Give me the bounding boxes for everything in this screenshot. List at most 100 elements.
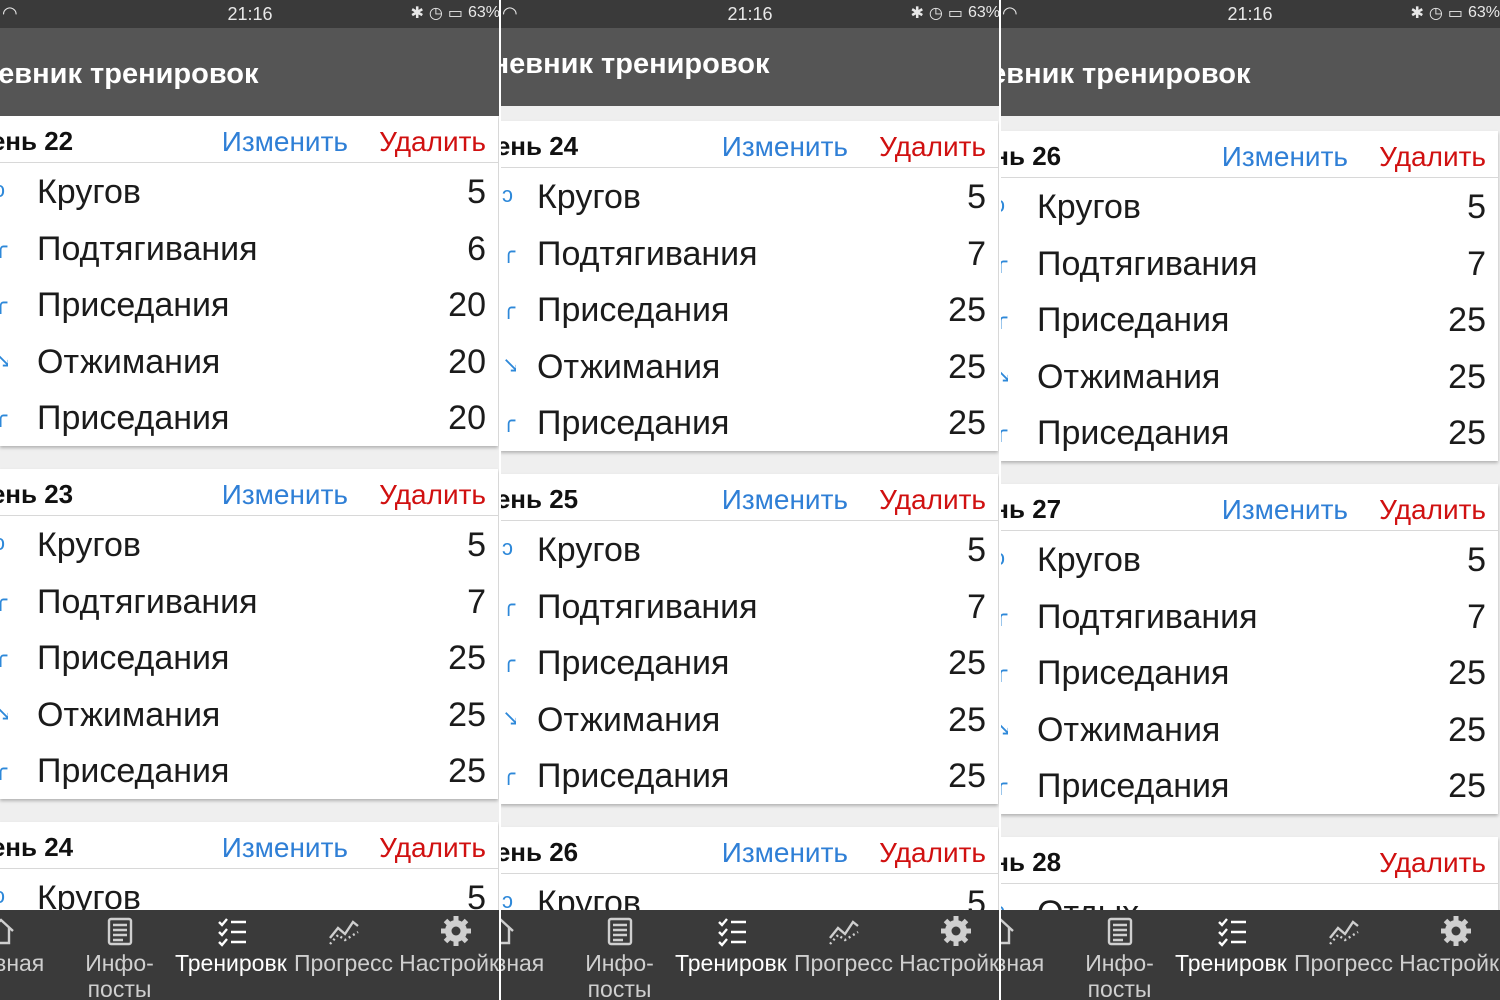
day-card: День 25 Изменить Удалить ↄ Кругов 5 ╭ По… [500,474,998,804]
alarm-icon: ◷ [1428,5,1443,22]
day-title: День 25 [500,484,579,514]
exercise-value: 25 [1448,767,1486,805]
exercise-row: ╭ Подтягивания 7 [500,578,998,635]
edit-button[interactable]: Изменить [222,126,348,158]
app-bar: Дневник тренировок [0,28,500,116]
exercise-icon: ╭ [1000,603,1008,626]
delete-button[interactable]: Удалить [879,484,986,516]
nav-tab-4[interactable]: Прогресс [787,910,900,1000]
exercise-value: 20 [448,342,486,381]
app-title: Дневник тренировок [500,48,770,80]
day-card-header: День 24 Изменить Удалить [500,121,998,168]
battery-level: 63% [1467,4,1500,21]
exercise-value: 5 [1467,188,1486,226]
exercise-value: 5 [467,526,486,564]
nav-tab-5[interactable]: Настройки [399,910,500,1000]
exercise-value: 7 [1467,244,1486,283]
nav-tab-2[interactable]: Инфо-посты [63,910,176,1000]
battery-icon: ▭ [447,5,463,22]
exercise-value: 5 [467,879,486,910]
exercise-value: 7 [967,234,986,273]
exercise-row: ╭ Приседания 25 [500,747,998,804]
delete-button[interactable]: Удалить [1379,847,1486,879]
exercise-row: ╭ Подтягивания 7 [1000,588,1498,645]
exercise-name: Отжимания [37,342,221,381]
nav-tab-label: Прогресс [1293,950,1394,976]
exercise-name: Подтягивания [1037,244,1258,283]
nav-tab-4[interactable]: Прогресс [1287,910,1400,1000]
workout-list[interactable]: День 24 Изменить Удалить ↄ Кругов 5 ╭ По… [500,116,1000,910]
nav-tab-label: Настройки [399,950,500,976]
day-card: День 23 Изменить Удалить ↄ Кругов 5 ╭ По… [0,469,498,799]
exercise-icon: ↄ [1000,547,1008,569]
exercise-value: 25 [448,695,486,734]
status-bar: ◠ 21:16 ✱ ◷ ▭ 63% [500,0,1000,28]
bluetooth-icon: ✱ [1410,5,1424,22]
nav-tab-3[interactable]: Тренировки [1175,910,1288,1000]
exercise-icon: ↄ [0,885,8,907]
exercise-icon: ↘ [502,706,516,729]
exercise-row: ╭ Приседания 25 [500,394,998,451]
nav-tab-2[interactable]: Инфо-посты [563,910,676,1000]
exercise-name: Кругов [37,526,141,564]
exercise-name: Приседания [537,291,730,329]
exercise-name: Приседания [537,644,730,682]
exercise-row: ↄ Кругов 5 [0,516,498,573]
bottom-nav: Главная Инфо-посты Тренировки Прогресс Н… [500,910,1000,1000]
nav-tab-1[interactable]: Главная [0,910,57,1000]
day-card: День 24 Изменить Удалить ↄ Кругов 5 ╭ По… [500,121,998,451]
edit-button[interactable]: Изменить [722,837,848,869]
edit-button[interactable]: Изменить [222,479,348,511]
exercise-value: 25 [1448,710,1486,749]
status-right: ✱ ◷ ▭ 63% [910,3,1000,23]
edit-button[interactable]: Изменить [722,131,848,163]
delete-button[interactable]: Удалить [379,479,486,511]
app-bar: Дневник тренировок [500,28,1000,106]
bluetooth-icon: ✱ [410,5,424,22]
delete-button[interactable]: Удалить [379,126,486,158]
edit-button[interactable]: Изменить [1222,141,1348,173]
nav-tab-label: Главная [1000,950,1045,976]
nav-tab-4[interactable]: Прогресс [287,910,400,1000]
exercise-icon: ╭ [1000,250,1008,273]
nav-tab-3[interactable]: Тренировки [675,910,788,1000]
workout-list[interactable]: День 22 Изменить Удалить ↄ Кругов 5 ╭ По… [0,116,500,910]
delete-button[interactable]: Удалить [379,832,486,864]
phone-screen: ◠ 21:16 ✱ ◷ ▭ 63% Дневник тренировок Ден… [500,0,1000,1000]
nav-tab-label: Тренировки [1175,950,1288,976]
edit-button[interactable]: Изменить [1222,494,1348,526]
delete-button[interactable]: Удалить [1379,494,1486,526]
exercise-value: 20 [448,399,486,437]
exercise-row: ╭ Приседания 20 [0,389,498,446]
exercise-name: Кругов [537,531,641,569]
exercise-name: Кругов [1037,188,1141,226]
nav-tab-1[interactable]: Главная [1000,910,1057,1000]
nav-tab-3[interactable]: Тренировки [175,910,288,1000]
exercise-icon: ↘ [1000,364,1008,386]
screenshot-divider [999,0,1001,1000]
status-bar: ◠ 21:16 ✱ ◷ ▭ 63% [1000,0,1500,28]
exercise-value: 7 [467,582,486,621]
home-icon [500,914,518,948]
exercise-value: 25 [948,291,986,329]
workout-list[interactable]: День 26 Изменить Удалить ↄ Кругов 5 ╭ По… [1000,116,1500,910]
delete-button[interactable]: Удалить [879,837,986,869]
edit-button[interactable]: Изменить [722,484,848,516]
exercise-icon: ╭ [1000,773,1008,795]
exercise-row: ╭ Приседания 20 [0,276,498,333]
nav-tab-5[interactable]: Настройки [899,910,1000,1000]
exercise-icon: ╭ [502,763,516,785]
nav-tab-1[interactable]: Главная [500,910,557,1000]
exercise-row: ↄ Отдых [1000,884,1498,910]
delete-button[interactable]: Удалить [1379,141,1486,173]
day-title: День 28 [1000,847,1062,877]
app-title: Дневник тренировок [1000,58,1251,90]
delete-button[interactable]: Удалить [879,131,986,163]
edit-button[interactable]: Изменить [222,832,348,864]
nav-tab-5[interactable]: Настройки [1399,910,1500,1000]
nav-tab-2[interactable]: Инфо-посты [1063,910,1176,1000]
exercise-icon: ↄ [502,537,513,559]
exercise-name: Кругов [37,173,141,211]
exercise-name: Приседания [37,399,230,437]
bottom-nav: Главная Инфо-посты Тренировки Прогресс Н… [0,910,500,1000]
